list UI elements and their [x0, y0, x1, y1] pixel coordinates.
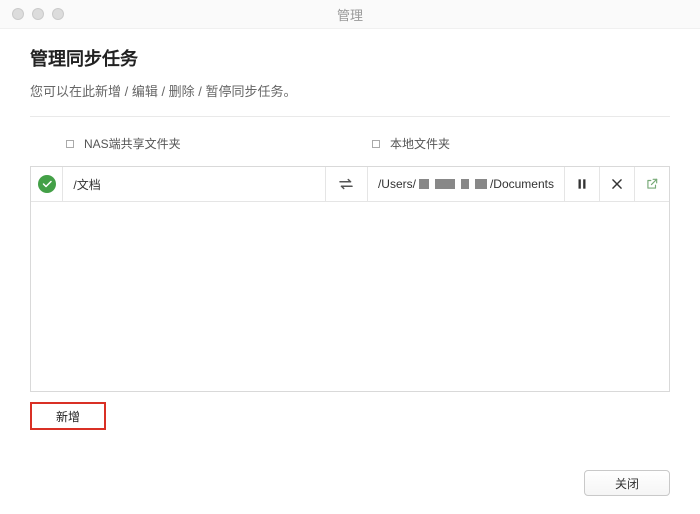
redacted-segment [475, 179, 487, 189]
header-local: 本地文件夹 [372, 135, 450, 152]
page-subtitle: 您可以在此新增 / 编辑 / 删除 / 暂停同步任务。 [30, 81, 670, 100]
redacted-segment [461, 179, 469, 189]
task-nas-path[interactable]: /文档 [63, 167, 325, 201]
sync-direction-icon[interactable] [326, 167, 368, 201]
local-path-suffix: /Documents [490, 177, 554, 191]
close-button[interactable]: 关闭 [584, 470, 670, 496]
footer: 关闭 [584, 470, 670, 496]
square-bullet-icon [66, 140, 74, 148]
sync-manage-window: 管理 管理同步任务 您可以在此新增 / 编辑 / 删除 / 暂停同步任务。 NA… [0, 0, 700, 514]
window-title: 管理 [0, 5, 700, 24]
pause-task-button[interactable] [565, 167, 600, 201]
page-title: 管理同步任务 [30, 45, 670, 71]
redacted-segment [435, 179, 455, 189]
task-status-cell [31, 167, 63, 201]
open-task-button[interactable] [635, 167, 669, 201]
content-area: 管理同步任务 您可以在此新增 / 编辑 / 删除 / 暂停同步任务。 NAS端共… [0, 29, 700, 430]
column-headers: NAS端共享文件夹 本地文件夹 [30, 135, 670, 152]
task-actions [565, 167, 669, 201]
add-task-button[interactable]: 新增 [30, 402, 106, 430]
task-local-path[interactable]: /Users/ /Documents [368, 167, 565, 201]
task-list: /文档 /Users/ /Documents [30, 166, 670, 392]
redacted-segment [419, 179, 429, 189]
header-local-label: 本地文件夹 [390, 135, 450, 152]
titlebar: 管理 [0, 0, 700, 29]
task-row[interactable]: /文档 /Users/ /Documents [31, 167, 669, 202]
square-bullet-icon [372, 140, 380, 148]
local-path-prefix: /Users/ [378, 177, 416, 191]
header-nas-label: NAS端共享文件夹 [84, 135, 181, 152]
button-bar: 新增 [30, 402, 670, 430]
status-ok-icon [38, 175, 56, 193]
header-nas: NAS端共享文件夹 [66, 135, 346, 152]
delete-task-button[interactable] [600, 167, 635, 201]
divider [30, 116, 670, 117]
